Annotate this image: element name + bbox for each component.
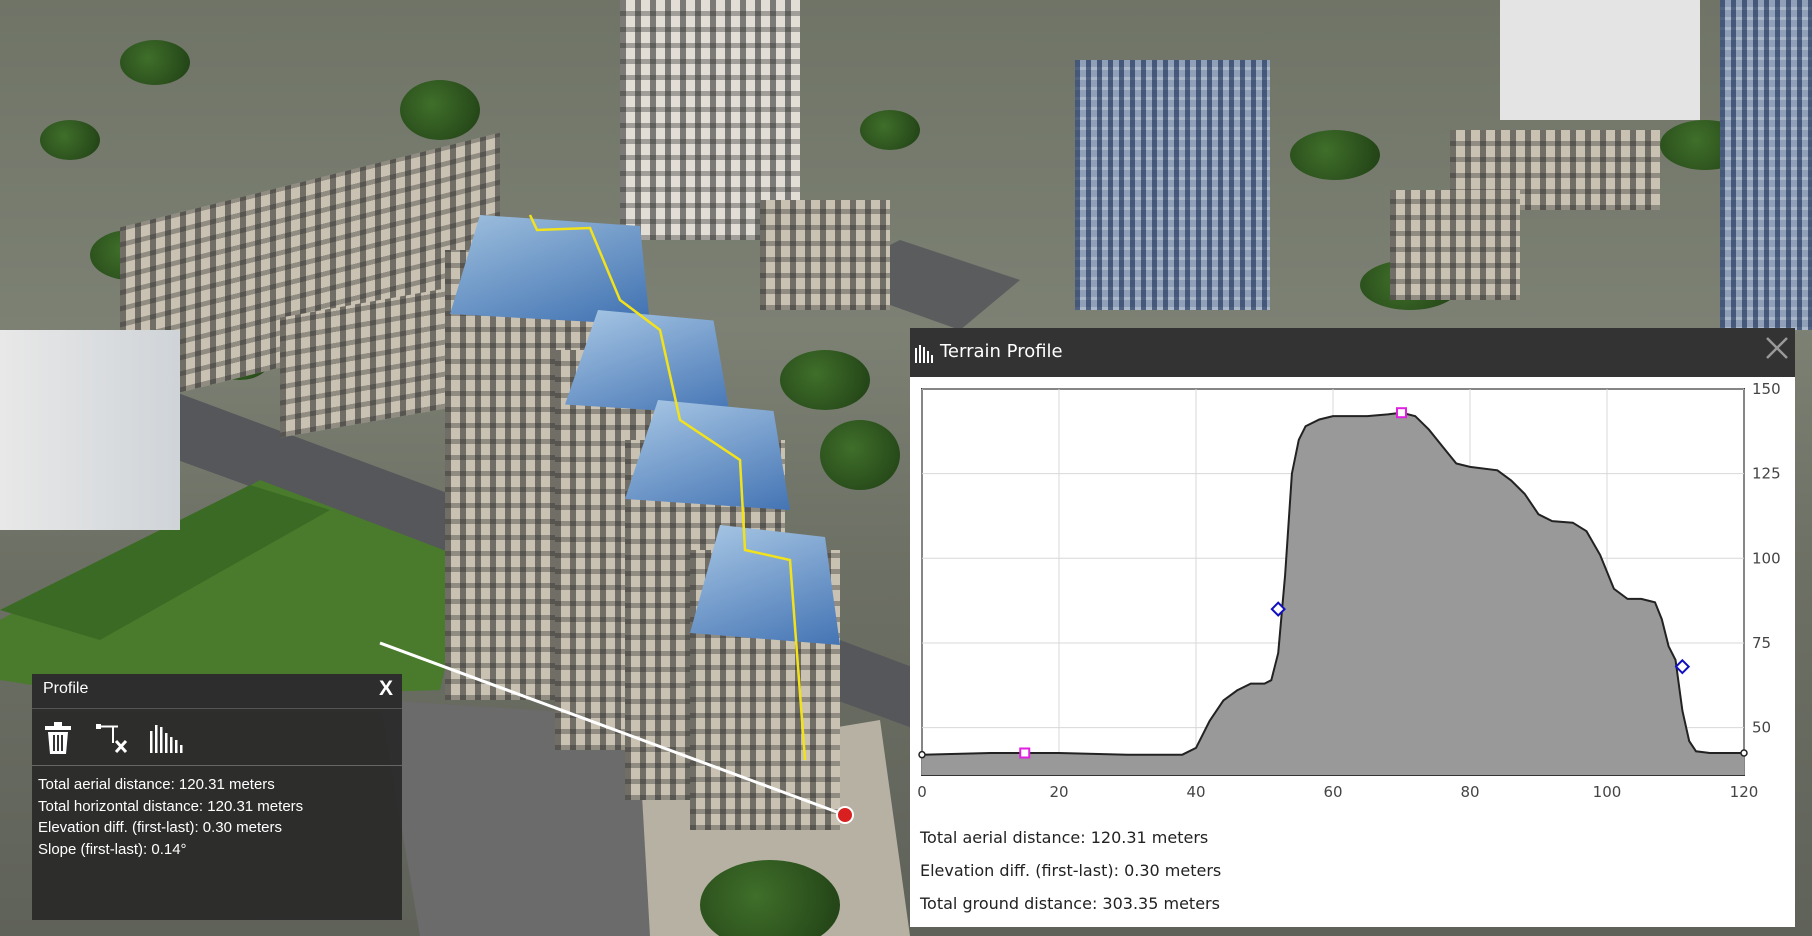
end-point-marker <box>836 806 854 824</box>
x-tick-label: 100 <box>1593 783 1622 801</box>
y-tick-label: 50 <box>1752 719 1771 737</box>
x-tick-label: 0 <box>917 783 927 801</box>
terrain-stats: Total aerial distance: 120.31 meters Ele… <box>920 828 1221 927</box>
x-tick-label: 40 <box>1186 783 1205 801</box>
trash-icon <box>45 722 71 754</box>
close-icon[interactable] <box>1762 333 1792 363</box>
line-delete-icon <box>96 724 128 754</box>
y-tick-label: 150 <box>1752 380 1781 398</box>
terrain-profile-button[interactable] <box>148 721 183 753</box>
terrain-chart-icon <box>915 345 933 363</box>
x-axis-ticks: 0 20 40 60 80 100 120 <box>917 783 1758 801</box>
terrain-stat-ground-distance: Total ground distance: 303.35 meters <box>920 894 1220 913</box>
profile-stats: Total aerial distance: 120.31 meters Tot… <box>32 766 402 868</box>
profile-toolbar <box>32 709 402 766</box>
endpoint-marker <box>1740 749 1748 757</box>
stat-aerial-distance: Total aerial distance: 120.31 meters <box>38 776 275 793</box>
terrain-panel-title: Terrain Profile <box>940 341 1063 362</box>
extreme-marker <box>1396 407 1407 419</box>
terrain-profile-chart[interactable]: 0 20 40 60 80 100 120 50 75 100 125 150 <box>910 377 1795 822</box>
clear-line-button[interactable] <box>94 721 128 754</box>
terrain-chart-icon <box>150 725 183 753</box>
extreme-marker <box>1019 747 1031 759</box>
stat-elevation-diff: Elevation diff. (first-last): 0.30 meter… <box>38 819 282 836</box>
y-tick-label: 125 <box>1752 465 1781 483</box>
delete-button[interactable] <box>42 721 76 754</box>
profile-panel: Profile X Total aerial distance: 120.31 … <box>32 674 402 920</box>
terrain-stat-aerial-distance: Total aerial distance: 120.31 meters <box>920 828 1209 847</box>
endpoint-marker <box>918 750 926 759</box>
terrain-profile-panel: Terrain Profile 0 20 40 60 80 100 120 50 75 100 1… <box>910 328 1795 927</box>
stat-slope: Slope (first-last): 0.14° <box>38 840 187 858</box>
x-tick-label: 20 <box>1049 783 1068 801</box>
x-tick-label: 120 <box>1730 783 1759 801</box>
y-axis-ticks: 50 75 100 125 150 <box>1752 380 1781 737</box>
stat-horizontal-distance: Total horizontal distance: 120.31 meters <box>38 797 304 815</box>
terrain-stat-elevation-diff: Elevation diff. (first-last): 0.30 meter… <box>920 861 1222 880</box>
terrain-panel-header[interactable]: Terrain Profile <box>910 328 1795 377</box>
x-tick-label: 80 <box>1460 783 1479 801</box>
profile-close-button[interactable]: X <box>379 677 393 701</box>
y-tick-label: 75 <box>1752 634 1771 652</box>
x-tick-label: 60 <box>1323 783 1342 801</box>
aerial-measure-line <box>379 641 846 817</box>
ground-path-line <box>528 214 807 761</box>
y-tick-label: 100 <box>1752 549 1781 567</box>
profile-panel-header: Profile X <box>32 674 402 709</box>
profile-panel-title: Profile <box>43 680 89 697</box>
